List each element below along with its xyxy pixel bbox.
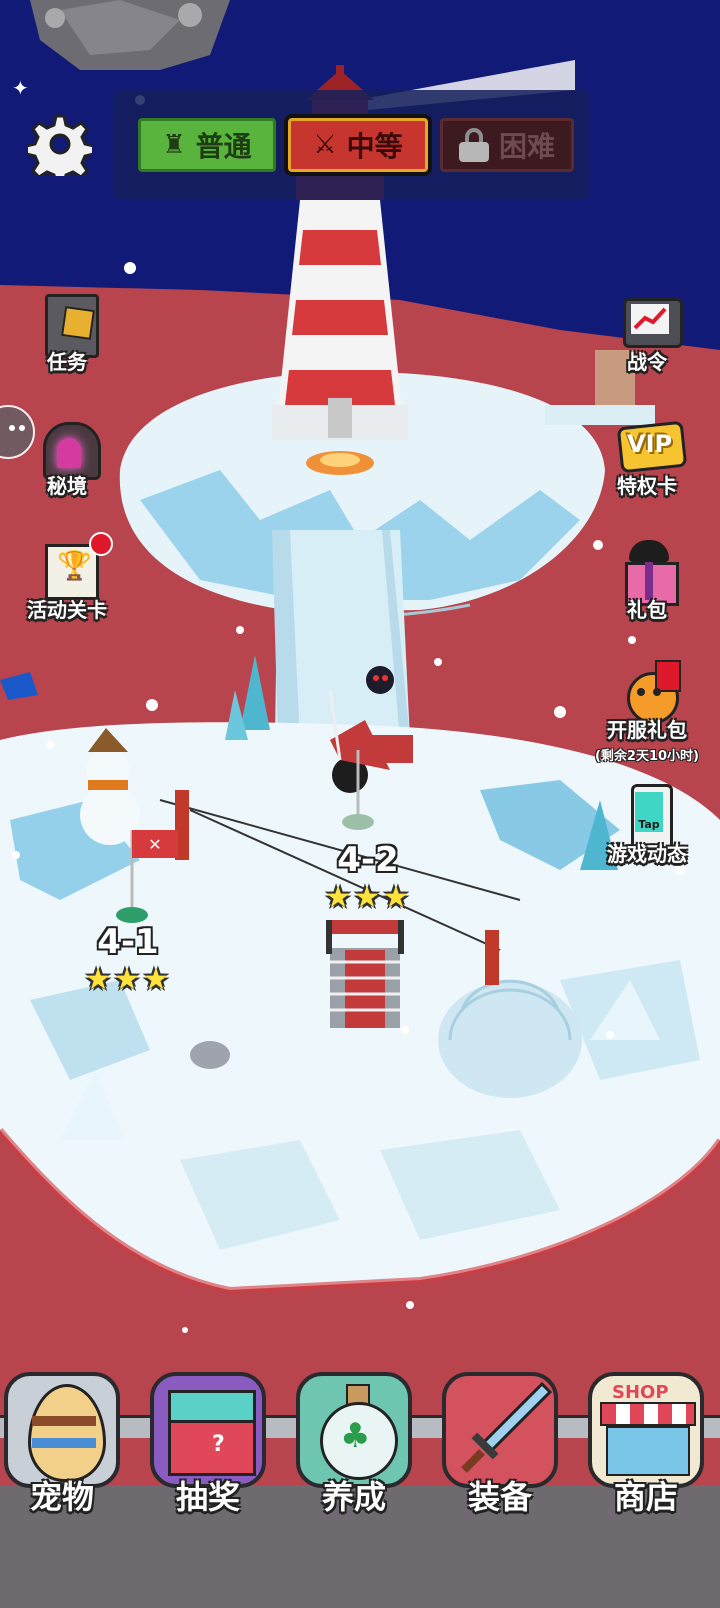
shop-icon: SHOP: [588, 1372, 704, 1488]
lottery-box-icon: ?: [150, 1372, 266, 1488]
nav-tab-label: 养成: [321, 1478, 386, 1516]
side-item-label: 开服礼包: [607, 718, 687, 742]
difficulty-medium-label: 中等: [346, 130, 403, 163]
difficulty-hard-button[interactable]: 困难: [440, 118, 574, 172]
nav-tab-shop[interactable]: SHOP 商店: [584, 1372, 708, 1522]
stage-stars: ★★★: [84, 962, 172, 997]
sword-icon: [442, 1372, 558, 1488]
side-item-quests[interactable]: 任务: [12, 292, 122, 375]
nav-tab-equipment[interactable]: 装备: [438, 1372, 562, 1522]
stage-label: 4-1: [97, 922, 159, 962]
crossed-swords-icon: ⚔: [313, 130, 337, 160]
lock-icon: [458, 128, 489, 162]
difficulty-hard-label: 困难: [498, 130, 555, 163]
difficulty-normal-label: 普通: [195, 130, 252, 163]
side-item-label: 任务: [47, 350, 87, 374]
side-item-label: 战令: [627, 350, 667, 374]
side-item-battle-pass[interactable]: 战令: [592, 292, 702, 375]
nav-tab-label: 抽奖: [175, 1478, 240, 1516]
side-item-label: 活动关卡: [27, 598, 107, 622]
clover-bottle-icon: ♣: [296, 1372, 412, 1488]
side-item-label: 礼包: [627, 598, 667, 622]
side-item-label: 秘境: [47, 474, 87, 498]
stage-4-2[interactable]: 4-2 ★★★: [318, 840, 418, 915]
gear-icon: [24, 114, 96, 186]
settings-button[interactable]: [24, 112, 96, 186]
difficulty-medium-button[interactable]: ⚔ 中等: [288, 118, 428, 172]
side-item-label: 游戏动态: [607, 842, 687, 866]
difficulty-normal-button[interactable]: ♜ 普通: [138, 118, 276, 172]
nav-tab-label: 宠物: [29, 1478, 94, 1516]
castle-icon: ♜: [162, 130, 186, 160]
nav-tab-lottery[interactable]: ? 抽奖: [146, 1372, 270, 1522]
svg-text:✕: ✕: [148, 835, 161, 854]
nav-tab-pets[interactable]: 宠物: [0, 1372, 124, 1522]
side-item-gift-pack[interactable]: 礼包: [592, 540, 702, 623]
svg-text:✦: ✦: [12, 76, 29, 100]
side-item-secret-realm[interactable]: 秘境: [12, 416, 122, 499]
stage-4-1[interactable]: 4-1 ★★★: [78, 922, 178, 997]
notification-badge: [89, 532, 113, 556]
stage-stars: ★★★: [324, 880, 412, 915]
side-item-vip-card[interactable]: VIP 特权卡: [592, 416, 702, 499]
side-item-opening-gift[interactable]: 开服礼包 (剩余2天10小时): [592, 660, 702, 764]
igloo: [438, 982, 582, 1098]
side-item-game-news[interactable]: Tap 游戏动态: [592, 784, 702, 867]
nav-tab-label: 装备: [467, 1478, 532, 1516]
egg-icon: [4, 1372, 120, 1488]
nav-tab-growth[interactable]: ♣ 养成: [292, 1372, 416, 1522]
stage-label: 4-2: [337, 840, 399, 880]
side-item-label: 特权卡: [617, 474, 677, 498]
side-item-timer: (剩余2天10小时): [594, 749, 700, 764]
difficulty-selector: ♜ 普通 ⚔ 中等 困难: [114, 90, 590, 200]
side-item-event-stage[interactable]: 🏆 活动关卡: [12, 532, 122, 623]
nav-tab-label: 商店: [613, 1478, 678, 1516]
